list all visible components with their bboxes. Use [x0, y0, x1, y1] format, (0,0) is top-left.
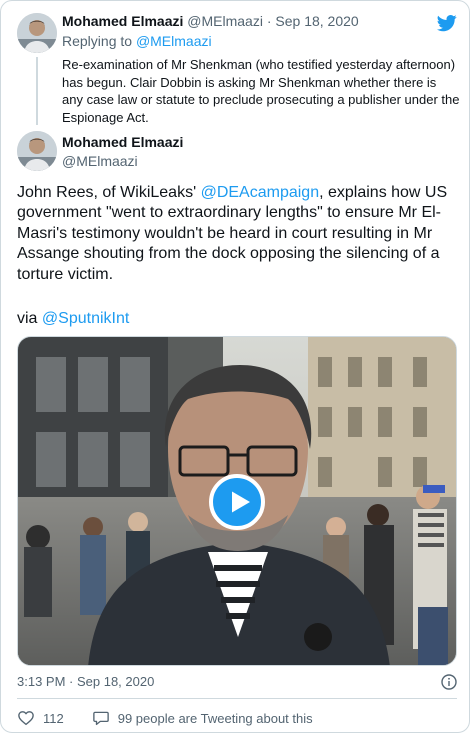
like-count: 112	[43, 710, 64, 726]
via-handle-link[interactable]: @SputnikInt	[42, 310, 129, 327]
speech-bubble-icon	[92, 711, 109, 726]
parent-author-name[interactable]: Mohamed Elmaazi	[62, 13, 183, 29]
info-icon[interactable]	[441, 674, 457, 690]
parent-tweet-text: Re-examination of Mr Shenkman (who testi…	[62, 57, 460, 125]
tweeting-about-link[interactable]: 99 people are Tweeting about this	[92, 709, 313, 727]
mention-link[interactable]: @DEAcampaign	[201, 184, 320, 201]
avatar[interactable]	[17, 131, 57, 171]
video-player[interactable]	[17, 336, 457, 666]
parent-date[interactable]: Sep 18, 2020	[275, 13, 358, 29]
author-name[interactable]: Mohamed Elmaazi	[62, 134, 183, 150]
tweet-text: John Rees, of WikiLeaks' @DEAcampaign, e…	[17, 183, 459, 285]
tweet-timestamp[interactable]: 3:13 PM · Sep 18, 2020	[17, 674, 154, 689]
divider	[17, 698, 457, 699]
avatar[interactable]	[17, 13, 57, 53]
header-separator: ·	[266, 13, 272, 29]
replying-label: Replying to	[62, 33, 133, 49]
twitter-bird-icon[interactable]	[435, 13, 459, 33]
action-bar: 112 99 people are Tweeting about this	[17, 708, 313, 728]
heart-icon	[18, 711, 34, 726]
via-line: via @SputnikInt	[17, 310, 129, 328]
replying-handle-link[interactable]: @MElmaazi	[136, 33, 212, 49]
parent-header: Mohamed Elmaazi @MElmaazi · Sep 18, 2020	[62, 13, 359, 29]
parent-author-handle[interactable]: @MElmaazi	[187, 13, 263, 29]
play-icon	[232, 491, 250, 513]
replying-to: Replying to @MElmaazi	[62, 33, 212, 49]
via-label: via	[17, 310, 42, 327]
play-button[interactable]	[209, 474, 265, 530]
author-handle[interactable]: @MElmaazi	[62, 153, 138, 169]
tweeting-count-text: 99 people are Tweeting about this	[117, 710, 313, 726]
thread-line	[36, 57, 38, 125]
tweet-card: Mohamed Elmaazi @MElmaazi · Sep 18, 2020…	[0, 0, 470, 733]
like-button[interactable]: 112	[17, 709, 64, 727]
tweet-text-start: John Rees, of WikiLeaks'	[17, 184, 201, 201]
